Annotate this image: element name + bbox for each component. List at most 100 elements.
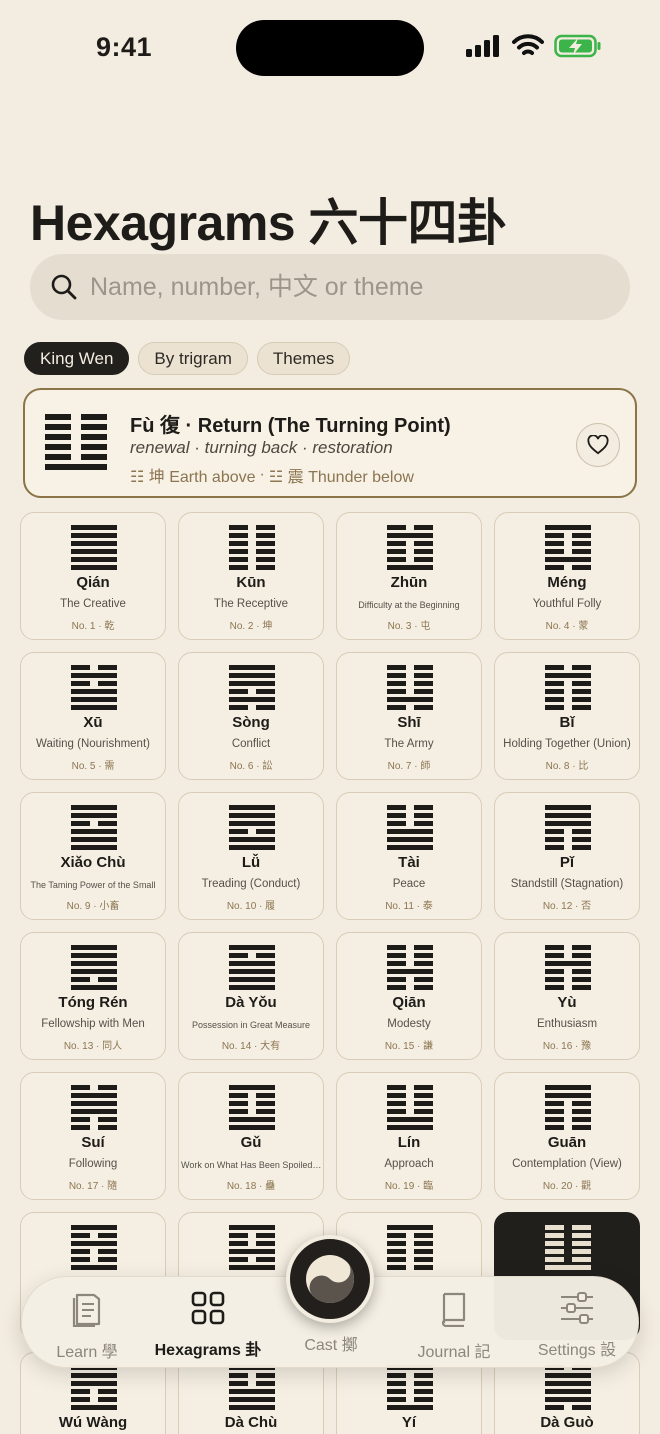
yang-line [229,813,275,818]
hexagram-name: Yí [401,1414,417,1431]
hexagram-symbol [229,1225,275,1273]
yin-line [229,525,275,530]
hexagram-card[interactable]: Guān Contemplation (View) No. 20 · 觀 [494,1072,640,1200]
hexagram-card[interactable]: Shī The Army No. 7 · 師 [336,652,482,780]
tab-learn[interactable]: Learn 學 [22,1291,152,1362]
tab-journal[interactable]: Journal 記 [389,1291,519,1362]
yin-line [229,557,275,562]
yin-line [387,813,433,818]
yin-line [45,434,107,440]
hexagram-card[interactable]: Suí Following No. 17 · 隨 [20,1072,166,1200]
hexagram-card[interactable]: Qiān Modesty No. 15 · 謙 [336,932,482,1060]
yang-line [229,837,275,842]
yin-line [545,533,591,538]
yang-line [229,805,275,810]
heart-icon [587,435,609,455]
yin-line [45,454,107,460]
hexagram-card[interactable]: Méng Youthful Folly No. 4 · 蒙 [494,512,640,640]
hexagram-number: No. 16 · 豫 [542,1041,592,1052]
hexagram-card[interactable]: Tài Peace No. 11 · 泰 [336,792,482,920]
yang-line [71,1373,117,1378]
hexagram-card[interactable]: Gǔ Work on What Has Been Spoiled… No. 18 ·… [178,1072,324,1200]
yang-line [71,945,117,950]
yang-line [71,557,117,562]
yang-line [545,1397,591,1402]
hexagram-card[interactable]: Qián The Creative No. 1 · 乾 [20,512,166,640]
yin-line [387,985,433,990]
yang-line [387,829,433,834]
hexagram-card[interactable]: Kūn The Receptive No. 2 · 坤 [178,512,324,640]
yang-line [545,1265,591,1270]
hexagram-card[interactable]: Dà Yǒu Possession in Great Measure No. 14 … [178,932,324,1060]
hexagram-english-name: Contemplation (View) [512,1158,622,1170]
hexagram-english-name: Standstill (Stagnation) [510,878,624,890]
hexagram-symbol [387,1365,433,1413]
yin-line [229,541,275,546]
yang-line [229,665,275,670]
yin-line [229,829,275,834]
tab-cast[interactable]: Cast 擲 [266,1325,396,1355]
search-bar[interactable] [30,254,630,320]
hexagram-name: Guān [547,1134,587,1151]
chip-by-trigram[interactable]: By trigram [138,342,248,375]
hexagram-english-name: Treading (Conduct) [201,878,301,890]
hexagram-card[interactable]: Xiǎo Chù The Taming Power of the Small No.… [20,792,166,920]
yin-line [387,549,433,554]
yin-line [545,945,591,950]
yin-line [545,837,591,842]
yang-line [71,1381,117,1386]
featured-hexagram-symbol [45,414,107,474]
yin-yang-icon [306,1255,354,1303]
yang-line [229,1405,275,1410]
yin-line [545,565,591,570]
yang-line [229,961,275,966]
hexagram-symbol [229,1365,275,1413]
favorite-button[interactable] [576,423,620,467]
yang-line [545,805,591,810]
yin-line [71,1397,117,1402]
tab-settings[interactable]: Settings 設 [512,1291,642,1360]
featured-hexagram-card[interactable]: Fù 復 · Return (The Turning Point) renewa… [23,388,637,498]
hexagram-card[interactable]: Pǐ Standstill (Stagnation) No. 12 · 否 [494,792,640,920]
hexagram-number: No. 2 · 坤 [229,621,273,632]
tab-learn-label: Learn 學 [56,1344,118,1361]
status-bar: 9:41 [0,0,660,100]
hexagram-symbol [229,665,275,713]
yin-line [387,705,433,710]
yin-line [45,414,107,420]
yang-line [71,961,117,966]
chip-king-wen[interactable]: King Wen [24,342,130,375]
signal-icon [466,35,499,57]
featured-keywords: renewal · turning back · restoration [130,438,393,457]
yang-line [71,953,117,958]
hexagram-card[interactable]: Sòng Conflict No. 6 · 訟 [178,652,324,780]
hexagram-english-name: Modesty [387,1018,431,1030]
hexagram-card[interactable]: Zhūn Difficulty at the Beginning No. 3 · 屯 [336,512,482,640]
yin-line [229,705,275,710]
yang-line [387,1117,433,1122]
hexagram-card[interactable]: Yù Enthusiasm No. 16 · 豫 [494,932,640,1060]
yin-line [387,1389,433,1394]
hexagram-card[interactable]: Xū Waiting (Nourishment) No. 5 · 需 [20,652,166,780]
tab-hexagrams[interactable]: Hexagrams 卦 [143,1291,273,1360]
sliders-icon [561,1292,593,1324]
hexagram-card[interactable]: Bǐ Holding Together (Union) No. 8 · 比 [494,652,640,780]
yin-line [229,689,275,694]
yang-line [71,1093,117,1098]
yang-line [71,673,117,678]
yang-line [387,565,433,570]
hexagram-english-name: The Army [384,738,434,750]
yin-line [387,953,433,958]
cast-button[interactable] [286,1235,374,1323]
chip-themes[interactable]: Themes [256,342,351,375]
hexagram-card[interactable]: Tóng Rén Fellowship with Men No. 13 · 同人 [20,932,166,1060]
upper-trigram: ☷ 坤 Earth above [130,469,256,486]
hexagram-name: Kūn [236,574,266,591]
hexagram-card[interactable]: Lín Approach No. 19 · 臨 [336,1072,482,1200]
grid-icon [191,1291,225,1325]
hexagram-name: Gǔ [240,1134,262,1151]
hexagram-card[interactable]: Lǚ Treading (Conduct) No. 10 · 履 [178,792,324,920]
hexagram-name: Shī [397,714,421,731]
hexagram-symbol [71,525,117,573]
search-input[interactable] [90,272,590,302]
